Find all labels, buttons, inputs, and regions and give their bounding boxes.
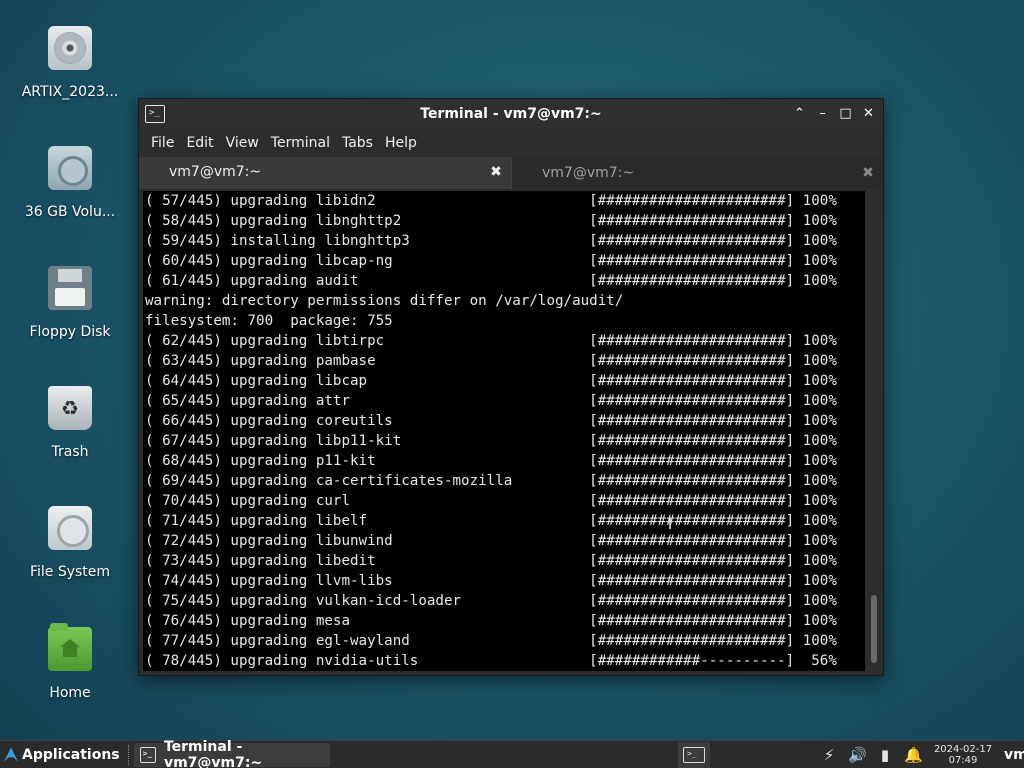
menu-file[interactable]: File [145,135,180,151]
hard-drive-icon [48,146,92,190]
battery-icon[interactable]: ▮ [876,746,894,764]
artix-logo-icon [4,747,18,762]
terminal-line: ( 58/445) upgrading libnghttp2 [########… [145,213,837,229]
terminal-line: ( 61/445) upgrading audit [#############… [145,273,837,289]
taskbar-window-button[interactable]: >_ Terminal - vm7@vm7:~ [133,739,330,768]
terminal-line: ( 60/445) upgrading libcap-ng [#########… [145,253,837,269]
tab-close-icon[interactable]: ✖ [853,165,883,181]
terminal-line: ( 63/445) upgrading pambase [###########… [145,353,837,369]
terminal-line: ( 66/445) upgrading coreutils [#########… [145,413,837,429]
terminal-line: ( 64/445) upgrading libcap [############… [145,373,837,389]
terminal-line: ( 59/445) installing libnghttp3 [#######… [145,233,837,249]
close-button[interactable]: ✕ [860,104,877,124]
desktop-icons: ARTIX_2023... 36 GB Volu... Floppy Disk … [0,0,140,740]
desktop-icon-label: File System [29,564,111,580]
clock[interactable]: 2024-02-17 07:49 [932,744,994,766]
optical-disc-icon [48,26,92,70]
terminal-window: >_ Terminal - vm7@vm7:~ ⌃ – □ ✕ File Edi… [138,98,884,676]
terminal-launcher[interactable]: >_ [678,741,710,768]
notification-bell-icon[interactable]: 🔔 [904,746,923,764]
applications-menu-button[interactable]: Applications [0,741,124,768]
terminal-line: ( 78/445) upgrading nvidia-utils [######… [145,653,837,669]
scrollbar-thumb[interactable] [871,595,877,663]
menu-help[interactable]: Help [379,135,423,151]
tab-terminal-1[interactable]: vm7@vm7:~ ✖ [139,157,511,189]
desktop-icon-artix[interactable]: ARTIX_2023... [10,26,130,100]
tab-label: vm7@vm7:~ [542,165,635,181]
menu-bar: File Edit View Terminal Tabs Help [139,129,883,157]
taskbar-window-label: Terminal - vm7@vm7:~ [163,738,263,768]
window-controls: ⌃ – □ ✕ [791,104,877,124]
terminal-line: ( 69/445) upgrading ca-certificates-mozi… [145,473,837,489]
maximize-button[interactable]: □ [837,104,854,124]
terminal-line: ( 72/445) upgrading libunwind [#########… [145,533,837,549]
terminal-line: ( 67/445) upgrading libp11-kit [########… [145,433,837,449]
terminal-line: ( 76/445) upgrading mesa [##############… [145,613,837,629]
shade-button[interactable]: ⌃ [791,104,808,124]
home-folder-icon [48,623,92,671]
terminal-line: ( 68/445) upgrading p11-kit [###########… [145,453,837,469]
system-tray: ⚡ 🔊 ▮ 🔔 2024-02-17 07:49 [820,744,998,766]
desktop-icon-label: ARTIX_2023... [21,84,119,100]
terminal-line: filesystem: 700 package: 755 [145,313,393,329]
terminal-icon: >_ [139,746,156,763]
window-title: Terminal - vm7@vm7:~ [420,106,602,122]
terminal-launcher-icon: >_ [683,746,705,763]
menu-tabs[interactable]: Tabs [336,135,379,151]
user-menu[interactable]: vm7 [998,747,1024,763]
terminal-app-icon[interactable]: >_ [145,105,165,123]
floppy-disk-icon [48,266,92,310]
desktop-icon-label: Home [49,685,91,701]
text-cursor-icon: I [668,517,673,533]
window-titlebar[interactable]: >_ Terminal - vm7@vm7:~ ⌃ – □ ✕ [139,99,883,129]
taskbar: Applications >_ Terminal - vm7@vm7:~ >_ … [0,739,1024,768]
terminal-line: warning: directory permissions differ on… [145,293,624,309]
terminal-line: ( 75/445) upgrading vulkan-icd-loader [#… [145,593,837,609]
terminal-line: ( 73/445) upgrading libedit [###########… [145,553,837,569]
applications-label: Applications [22,746,120,763]
tab-terminal-2[interactable]: vm7@vm7:~ ✖ [511,157,883,189]
terminal-line: ( 62/445) upgrading libtirpc [##########… [145,333,837,349]
terminal-line: ( 70/445) upgrading curl [##############… [145,493,837,509]
desktop-icon-label: 36 GB Volu... [24,204,116,220]
trash-icon [48,386,92,430]
desktop-icon-home[interactable]: Home [10,623,130,701]
tab-bar: vm7@vm7:~ ✖ vm7@vm7:~ ✖ [139,157,883,189]
minimize-button[interactable]: – [814,104,831,124]
desktop-icon-label: Trash [51,444,89,460]
terminal-line: ( 65/445) upgrading attr [##############… [145,393,837,409]
terminal-line: ( 57/445) upgrading libidn2 [###########… [145,193,837,209]
menu-terminal[interactable]: Terminal [265,135,336,151]
desktop-icon-label: Floppy Disk [29,324,111,340]
tab-label: vm7@vm7:~ [169,164,262,180]
terminal-output[interactable]: ( 57/445) upgrading libidn2 [###########… [143,191,865,671]
taskbar-separator [127,744,130,765]
terminal-line: ( 71/445) upgrading libelf [############… [145,513,837,529]
terminal-line: ( 77/445) upgrading egl-wayland [#######… [145,633,837,649]
clock-date: 2024-02-17 [933,743,993,755]
volume-icon[interactable]: 🔊 [848,746,867,764]
clock-time: 07:49 [948,754,978,766]
desktop-icon-volume[interactable]: 36 GB Volu... [10,146,130,220]
desktop-icon-filesystem[interactable]: File System [10,506,130,580]
network-icon[interactable]: ⚡ [820,746,838,764]
menu-view[interactable]: View [220,135,265,151]
desktop-icon-floppy[interactable]: Floppy Disk [10,266,130,340]
terminal-line: ( 74/445) upgrading llvm-libs [#########… [145,573,837,589]
filesystem-icon [48,506,92,550]
terminal-scrollbar[interactable] [871,195,877,665]
tab-close-icon[interactable]: ✖ [481,164,511,180]
menu-edit[interactable]: Edit [180,135,219,151]
desktop-icon-trash[interactable]: Trash [10,386,130,460]
